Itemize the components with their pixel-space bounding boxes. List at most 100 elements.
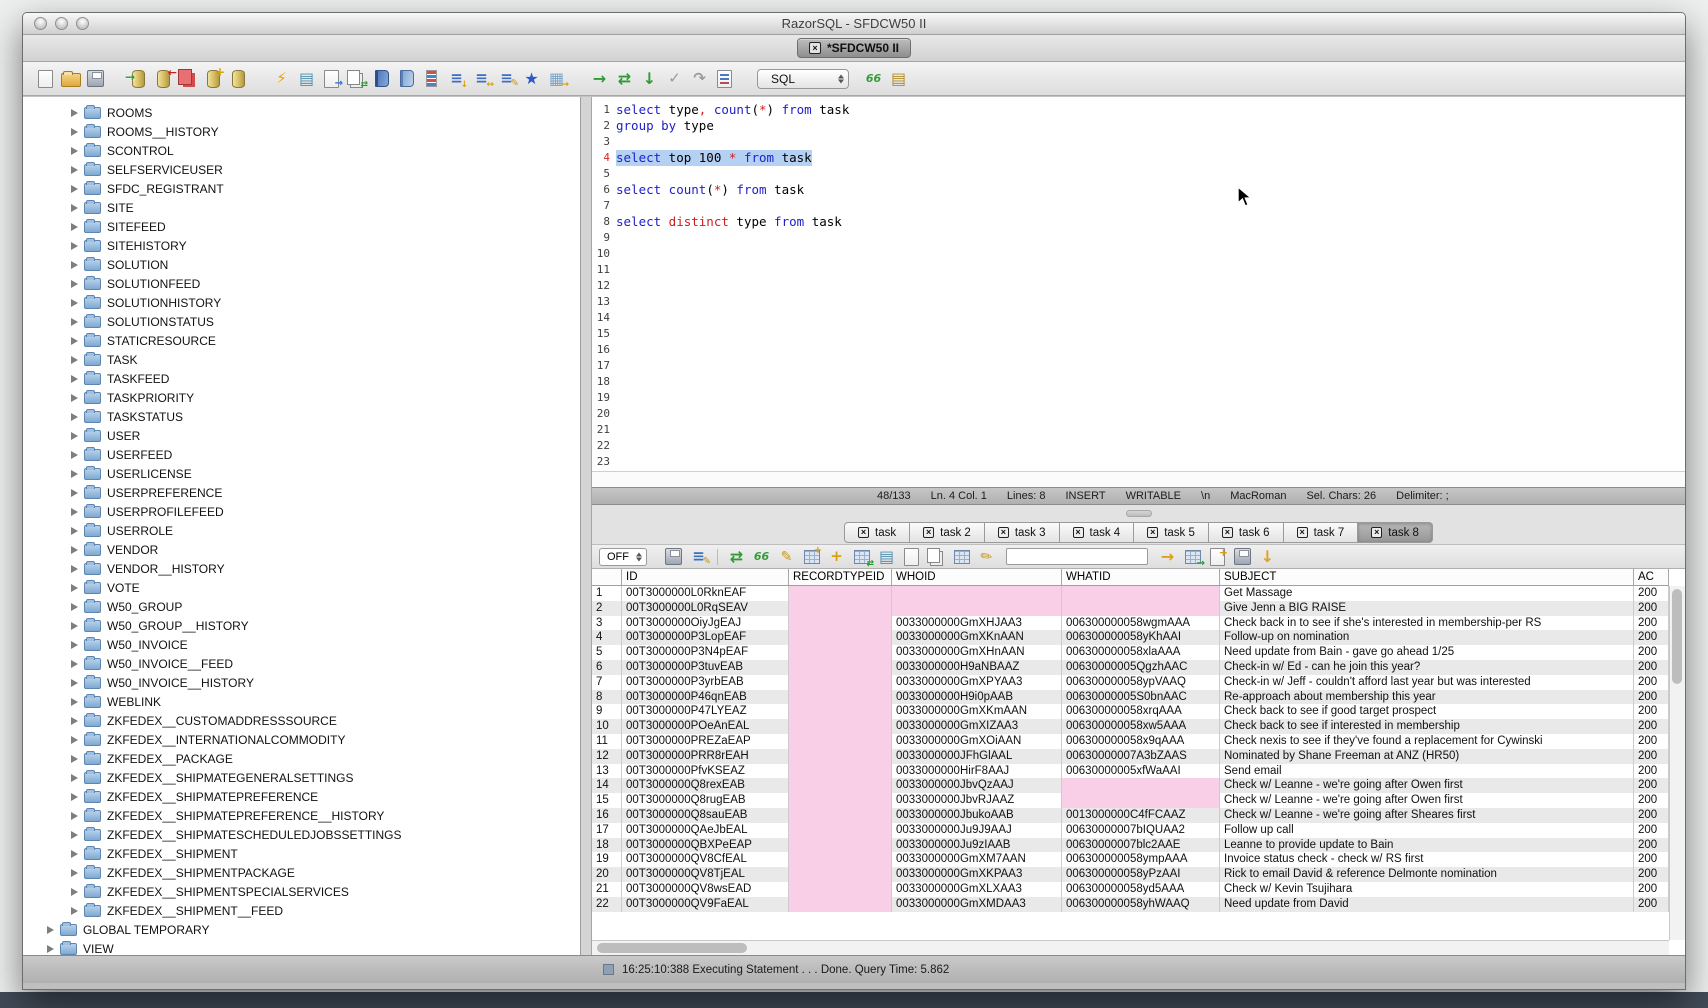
cell-recordtypeid[interactable] [789, 764, 892, 779]
tree-item-root[interactable]: VIEW [23, 939, 580, 955]
sql-mode-select[interactable]: SQL [757, 69, 849, 89]
expand-triangle-icon[interactable] [71, 793, 78, 801]
cell-id[interactable]: 00T3000000QBXPeEAP [622, 838, 789, 853]
cell-recordtypeid[interactable] [789, 616, 892, 631]
cell-rownum[interactable]: 19 [592, 852, 622, 867]
cell-id[interactable]: 00T3000000QV8CfEAL [622, 852, 789, 867]
spell-66-icon[interactable]: 66 [749, 546, 774, 568]
cell-rownum[interactable]: 15 [592, 793, 622, 808]
expand-triangle-icon[interactable] [71, 736, 78, 744]
cell-whatid[interactable]: 006300000058ympAAA [1062, 852, 1220, 867]
cell-activitydate[interactable]: 200 [1634, 808, 1669, 823]
cell-activitydate[interactable]: 200 [1634, 823, 1669, 838]
cell-whoid[interactable]: 0033000000JbukoAAB [892, 808, 1062, 823]
result-tab-close-icon[interactable]: × [858, 527, 869, 538]
cell-subject[interactable]: Check-in w/ Ed - can he join this year? [1220, 660, 1634, 675]
cell-whatid[interactable]: 00630000007blc2AAE [1062, 838, 1220, 853]
cell-whoid[interactable]: 0033000000JbvQzAAJ [892, 778, 1062, 793]
tree-item-table[interactable]: TASKFEED [23, 369, 580, 388]
editor-line[interactable]: 17 [592, 358, 1685, 374]
cell-recordtypeid[interactable] [789, 719, 892, 734]
cell-activitydate[interactable]: 200 [1634, 630, 1669, 645]
cell-rownum[interactable]: 10 [592, 719, 622, 734]
grid-header-recordtypeid[interactable]: RECORDTYPEID [789, 569, 892, 585]
cell-subject[interactable]: Check back to see if interested in membe… [1220, 719, 1634, 734]
log-icon[interactable] [712, 68, 737, 90]
align-results-icon[interactable]: ≡ [469, 68, 494, 90]
tree-item-table[interactable]: SOLUTIONFEED [23, 274, 580, 293]
expand-triangle-icon[interactable] [71, 109, 78, 117]
cell-activitydate[interactable]: 200 [1634, 882, 1669, 897]
cell-whoid[interactable]: 0033000000GmXKmAAN [892, 704, 1062, 719]
save-results-icon[interactable] [661, 546, 686, 568]
result-tab[interactable]: × task 7 [1284, 522, 1359, 543]
highlight-pen-icon[interactable]: ✎ [974, 546, 999, 568]
tree-item-table[interactable]: ZKFEDEX__SHIPMENT [23, 844, 580, 863]
cell-id[interactable]: 00T3000000P46qnEAB [622, 690, 789, 705]
tree-item-table[interactable]: ROOMS__HISTORY [23, 122, 580, 141]
tree-item-table[interactable]: WEBLINK [23, 692, 580, 711]
page-view-icon[interactable] [899, 546, 924, 568]
tree-item-table[interactable]: USERPREFERENCE [23, 483, 580, 502]
cell-rownum[interactable]: 9 [592, 704, 622, 719]
expand-triangle-icon[interactable] [71, 223, 78, 231]
editor-line[interactable]: 9 [592, 230, 1685, 246]
copy-rows-icon[interactable] [924, 546, 949, 568]
cell-id[interactable]: 00T3000000PfvKSEAZ [622, 764, 789, 779]
window-close-button[interactable] [34, 17, 47, 30]
table-row[interactable]: 4 00T3000000P3LopEAF 0033000000GmXKnAAN … [592, 630, 1669, 645]
tree-item-root[interactable]: GLOBAL TEMPORARY [23, 920, 580, 939]
cell-whoid[interactable] [892, 601, 1062, 616]
cell-rownum[interactable]: 4 [592, 630, 622, 645]
cell-activitydate[interactable]: 200 [1634, 793, 1669, 808]
expand-triangle-icon[interactable] [71, 432, 78, 440]
expand-triangle-icon[interactable] [71, 375, 78, 383]
grid-header-whoid[interactable]: WHOID [892, 569, 1062, 585]
expand-triangle-icon[interactable] [71, 356, 78, 364]
tree-item-table[interactable]: SOLUTION [23, 255, 580, 274]
expand-triangle-icon[interactable] [71, 337, 78, 345]
reload-grid-icon[interactable] [849, 546, 874, 568]
tree-item-table[interactable]: SOLUTIONSTATUS [23, 312, 580, 331]
editor-line[interactable]: 8 select distinct type from task [592, 214, 1685, 230]
cell-subject[interactable]: Leanne to provide update to Bain [1220, 838, 1634, 853]
fetch-more-icon[interactable]: ↓ [1255, 546, 1280, 568]
tree-item-table[interactable]: USERFEED [23, 445, 580, 464]
tree-item-table[interactable]: SITE [23, 198, 580, 217]
table-row[interactable]: 18 00T3000000QBXPeEAP 0033000000Ju9zIAAB… [592, 838, 1669, 853]
export-page-icon[interactable] [319, 68, 344, 90]
format-sql-icon[interactable]: ≡ [494, 68, 519, 90]
cell-whatid[interactable]: 006300000058ypVAAQ [1062, 675, 1220, 690]
editor-line[interactable]: 13 [592, 294, 1685, 310]
grid-header-rownum[interactable] [592, 569, 622, 585]
editor-line[interactable]: 10 [592, 246, 1685, 262]
tree-item-table[interactable]: ZKFEDEX__SHIPMATEPREFERENCE [23, 787, 580, 806]
cell-rownum[interactable]: 3 [592, 616, 622, 631]
new-connection-icon[interactable] [201, 68, 226, 90]
cell-id[interactable]: 00T3000000P3N4pEAF [622, 645, 789, 660]
table-row[interactable]: 11 00T3000000PREZaEAP 0033000000GmXOiAAN… [592, 734, 1669, 749]
cell-activitydate[interactable]: 200 [1634, 645, 1669, 660]
cell-whoid[interactable]: 0033000000Ju9zIAAB [892, 838, 1062, 853]
editor-line[interactable]: 22 [592, 438, 1685, 454]
cell-whatid[interactable]: 00630000005QgzhAAC [1062, 660, 1220, 675]
editor-line[interactable]: 21 [592, 422, 1685, 438]
tree-item-table[interactable]: W50_GROUP [23, 597, 580, 616]
tree-item-table[interactable]: SOLUTIONHISTORY [23, 293, 580, 312]
expand-triangle-icon[interactable] [71, 318, 78, 326]
cell-rownum[interactable]: 22 [592, 897, 622, 912]
cell-recordtypeid[interactable] [789, 808, 892, 823]
cell-id[interactable]: 00T3000000P3tuvEAB [622, 660, 789, 675]
cell-subject[interactable]: Check w/ Leanne - we're going after Owen… [1220, 793, 1634, 808]
cell-subject[interactable]: Follow-up on nomination [1220, 630, 1634, 645]
tree-item-table[interactable]: ZKFEDEX__SHIPMATEGENERALSETTINGS [23, 768, 580, 787]
cell-whoid[interactable]: 0033000000H9aNBAAZ [892, 660, 1062, 675]
form-view-icon[interactable]: ▤ [874, 546, 899, 568]
splitter-handle[interactable] [1126, 510, 1152, 517]
table-row[interactable]: 12 00T3000000PRR8rEAH 0033000000JFhGlAAL… [592, 749, 1669, 764]
tree-item-table[interactable]: USERROLE [23, 521, 580, 540]
cell-recordtypeid[interactable] [789, 778, 892, 793]
new-note-icon[interactable] [1205, 546, 1230, 568]
cell-rownum[interactable]: 13 [592, 764, 622, 779]
cell-recordtypeid[interactable] [789, 675, 892, 690]
